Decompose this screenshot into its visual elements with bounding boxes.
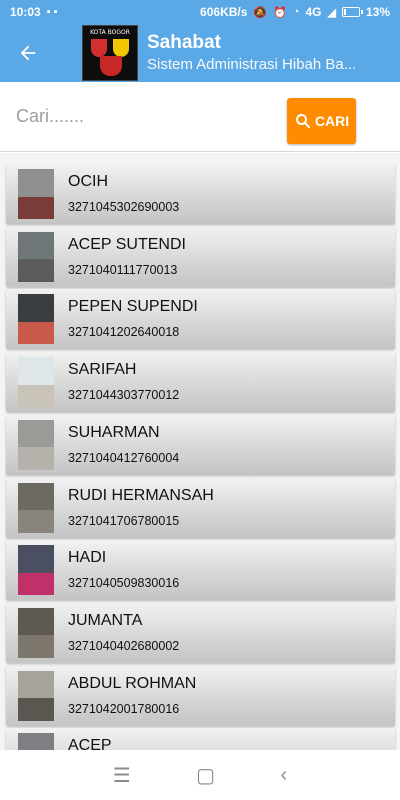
signal-icon: ◢ [327,6,336,19]
recipient-nik: 3271042001780016 [68,701,180,716]
search-row: CARI [0,82,400,152]
battery-percent: 13% [365,5,390,19]
search-input[interactable] [16,96,272,137]
recipient-nik: 3271045302690003 [68,200,180,214]
list-item[interactable]: PEPEN SUPENDI 3271041202640018 [6,289,395,350]
recipient-name: OCIH [68,173,108,190]
city-logo: KOTA BOGOR [82,25,138,81]
recipient-nik: 3271040509830016 [68,576,180,591]
house-photo-thumbnail [18,607,54,658]
arrow-left-icon [20,45,36,61]
recipient-name: ABDUL ROHMAN [68,674,197,692]
recipient-name: SUHARMAN [68,423,160,441]
network-speed: 606KB/s [200,5,248,19]
house-photo-thumbnail [18,545,54,596]
search-icon [295,114,310,129]
app-subtitle: Sistem Administrasi Hibah Ba... [147,56,357,73]
wifi-icon: ◔ [292,6,300,18]
recipient-name: RUDI HERMANSAH [68,486,214,504]
house-photo-thumbnail [18,169,54,219]
list-item[interactable]: RUDI HERMANSAH 3271041706780015 [6,477,395,538]
recipient-nik: 3271040402680002 [68,638,180,653]
recipient-list[interactable]: OCIH 3271045302690003 ACEP SUTENDI 32710401… [0,153,400,750]
list-item[interactable]: OCIH 3271045302690003 [6,164,395,224]
recipient-name: ACEP SUTENDI [68,235,186,253]
status-bar: 10:03 ▪ ▪ 606KB/s 🔕 ⏰ ◔ 4G ◢ 13% [0,0,400,24]
search-button[interactable]: CARI [287,98,356,144]
list-item[interactable]: ACEP SUTENDI 3271040111770013 [6,226,395,287]
search-button-label: CARI [314,113,350,129]
app-title: Sahabat [147,32,221,53]
recipient-nik: 3271044303770012 [68,388,180,403]
house-photo-thumbnail [18,231,54,282]
home-square-icon[interactable]: ▢ [196,763,215,788]
back-chevron-icon[interactable]: ‹ [281,764,288,787]
list-item[interactable]: HADI 3271040509830016 [6,540,395,601]
list-item[interactable]: ABDUL ROHMAN 3271042001780016 [6,665,395,726]
list-item[interactable]: JUMANTA 3271040402680002 [6,602,395,663]
house-photo-thumbnail [18,419,54,470]
mute-icon: 🔕 [253,6,268,19]
recipient-name: JUMANTA [68,611,143,629]
house-photo-thumbnail [18,357,54,408]
list-item[interactable]: ACEP [6,728,395,750]
recipient-nik: 3271041202640018 [68,325,180,340]
recipient-name: HADI [68,549,107,567]
recipient-nik: 3271040111770013 [68,262,178,277]
recipient-nik: 3271041706780015 [68,513,180,528]
app-bar: KOTA BOGOR Sahabat Sistem Administrasi H… [0,24,400,82]
house-photo-thumbnail [18,733,54,750]
alarm-icon: ⏰ [273,6,287,19]
back-button[interactable] [0,24,56,82]
network-type: 4G [305,5,322,19]
battery-icon [341,7,363,17]
house-photo-thumbnail [18,294,54,345]
system-nav-bar: ☰ ▢ ‹ [0,750,400,800]
recipient-name: PEPEN SUPENDI [68,298,198,316]
recipient-nik: 3271040412760004 [68,450,180,465]
list-item[interactable]: SUHARMAN 3271040412760004 [6,414,395,475]
list-item[interactable]: SARIFAH 3271044303770012 [6,352,395,413]
recipient-name: ACEP [68,737,112,750]
recipient-name: SARIFAH [68,361,137,379]
notification-icon: ▪ ▪ [46,6,58,18]
menu-icon[interactable]: ☰ [113,763,131,788]
logo-text: KOTA BOGOR [90,29,130,36]
house-photo-thumbnail [18,482,54,533]
house-photo-thumbnail [18,670,54,721]
status-time: 10:03 [10,5,41,19]
